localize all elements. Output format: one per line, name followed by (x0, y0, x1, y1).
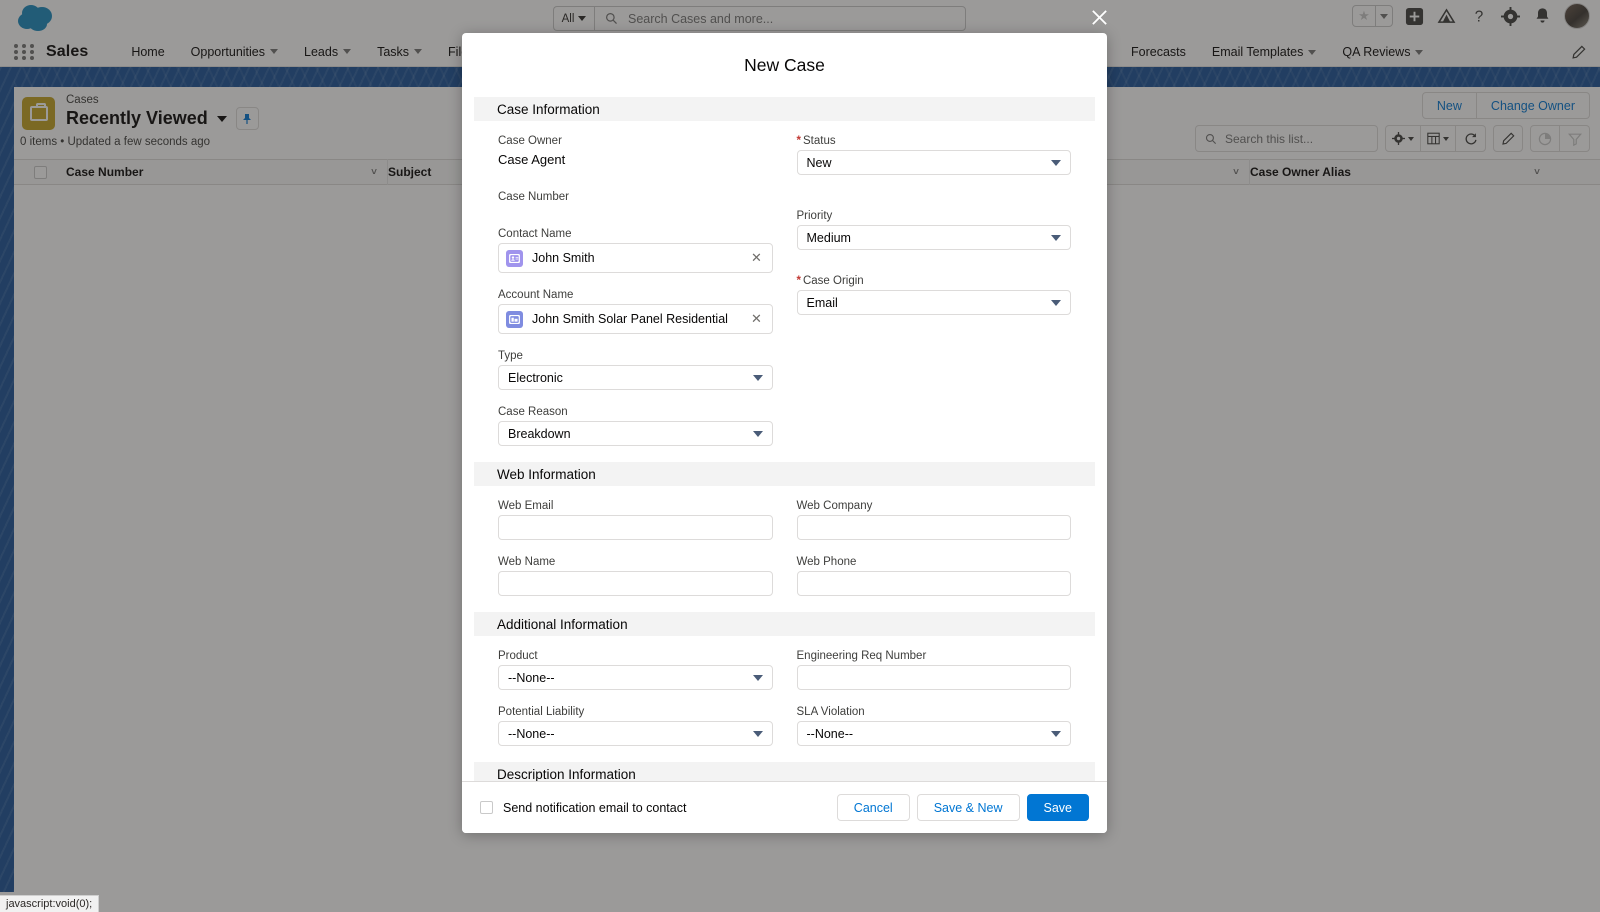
field-label: Case Reason (498, 406, 773, 418)
additional-information-fields: Product --None-- Potential Liability --N… (462, 636, 1107, 746)
field-web-phone: Web Phone (797, 556, 1072, 596)
field-label: Engineering Req Number (797, 650, 1072, 662)
field-label: Contact Name (498, 228, 773, 240)
save-button[interactable]: Save (1027, 794, 1090, 821)
field-case-origin: *Case Origin Email (797, 275, 1072, 315)
footer-buttons: Cancel Save & New Save (837, 794, 1089, 821)
engineering-req-number-input[interactable] (797, 665, 1072, 690)
send-notification-checkbox[interactable]: Send notification email to contact (480, 801, 686, 815)
field-product: Product --None-- (498, 650, 773, 690)
field-label: Web Email (498, 500, 773, 512)
section-header-additional-information: Additional Information (474, 612, 1095, 636)
send-notification-label: Send notification email to contact (503, 801, 686, 815)
field-label: Priority (797, 210, 1072, 222)
checkbox-box[interactable] (480, 801, 493, 814)
field-label: Product (498, 650, 773, 662)
potential-liability-select[interactable]: --None-- (498, 721, 773, 746)
case-reason-value: Breakdown (498, 421, 773, 446)
field-label: Web Company (797, 500, 1072, 512)
account-name-value: John Smith Solar Panel Residential (532, 312, 748, 326)
field-contact-name: Contact Name John Smith ✕ (498, 228, 773, 273)
section-title: Additional Information (497, 617, 628, 632)
type-value: Electronic (498, 365, 773, 390)
status-select[interactable]: New (797, 150, 1072, 175)
web-name-input[interactable] (498, 571, 773, 596)
cancel-button[interactable]: Cancel (837, 794, 910, 821)
field-value (498, 206, 773, 208)
status-bar-text: javascript:void(0); (6, 898, 92, 910)
section-header-web-information: Web Information (474, 462, 1095, 486)
section-title: Description Information (497, 767, 636, 782)
potential-liability-value: --None-- (498, 721, 773, 746)
account-name-lookup[interactable]: John Smith Solar Panel Residential ✕ (498, 304, 773, 334)
account-icon (506, 311, 523, 328)
field-sla-violation: SLA Violation --None-- (797, 706, 1072, 746)
contact-name-value: John Smith (532, 251, 748, 265)
new-case-modal: New Case Case Information Case Owner Cas… (462, 33, 1107, 833)
clear-contact-icon[interactable]: ✕ (748, 250, 766, 266)
field-value: Case Agent (498, 150, 773, 167)
case-information-fields: Case Owner Case Agent Case Number Contac… (462, 121, 1107, 446)
field-status: *Status New (797, 135, 1072, 175)
field-label: *Case Origin (797, 275, 1072, 287)
product-select[interactable]: --None-- (498, 665, 773, 690)
contact-icon (506, 250, 523, 267)
field-potential-liability: Potential Liability --None-- (498, 706, 773, 746)
type-select[interactable]: Electronic (498, 365, 773, 390)
modal-body: Case Information Case Owner Case Agent C… (462, 97, 1107, 781)
case-origin-value: Email (797, 290, 1072, 315)
section-title: Web Information (497, 467, 596, 482)
field-case-owner: Case Owner Case Agent (498, 135, 773, 167)
modal-footer: Send notification email to contact Cance… (462, 781, 1107, 833)
priority-select[interactable]: Medium (797, 225, 1072, 250)
contact-name-lookup[interactable]: John Smith ✕ (498, 243, 773, 273)
field-label: Case Owner (498, 135, 773, 147)
field-account-name: Account Name John Smith Solar Panel Resi… (498, 289, 773, 334)
modal-header: New Case (462, 33, 1107, 97)
section-title: Case Information (497, 102, 600, 117)
sla-violation-value: --None-- (797, 721, 1072, 746)
close-icon[interactable] (1087, 5, 1112, 30)
clear-account-icon[interactable]: ✕ (748, 311, 766, 327)
browser-status-bar: javascript:void(0); (0, 895, 99, 912)
field-label: Account Name (498, 289, 773, 301)
field-label: Type (498, 350, 773, 362)
section-header-description-information: Description Information (474, 762, 1095, 781)
field-engineering-req-number: Engineering Req Number (797, 650, 1072, 690)
field-label: Case Number (498, 191, 773, 203)
web-phone-input[interactable] (797, 571, 1072, 596)
modal-title: New Case (744, 55, 825, 76)
save-and-new-button[interactable]: Save & New (917, 794, 1020, 821)
required-asterisk: * (797, 275, 801, 287)
sla-violation-select[interactable]: --None-- (797, 721, 1072, 746)
field-label: Potential Liability (498, 706, 773, 718)
field-priority: Priority Medium (797, 210, 1072, 250)
field-label: SLA Violation (797, 706, 1072, 718)
status-value: New (797, 150, 1072, 175)
section-header-case-information: Case Information (474, 97, 1095, 121)
product-value: --None-- (498, 665, 773, 690)
field-label: Web Phone (797, 556, 1072, 568)
field-case-number: Case Number (498, 191, 773, 208)
field-web-company: Web Company (797, 500, 1072, 540)
web-email-input[interactable] (498, 515, 773, 540)
case-reason-select[interactable]: Breakdown (498, 421, 773, 446)
field-case-reason: Case Reason Breakdown (498, 406, 773, 446)
field-type: Type Electronic (498, 350, 773, 390)
field-label: *Status (797, 135, 1072, 147)
web-information-fields: Web Email Web Name Web Company Web Phone (462, 486, 1107, 596)
field-web-name: Web Name (498, 556, 773, 596)
priority-value: Medium (797, 225, 1072, 250)
web-company-input[interactable] (797, 515, 1072, 540)
field-label: Web Name (498, 556, 773, 568)
field-web-email: Web Email (498, 500, 773, 540)
required-asterisk: * (797, 135, 801, 147)
case-origin-select[interactable]: Email (797, 290, 1072, 315)
